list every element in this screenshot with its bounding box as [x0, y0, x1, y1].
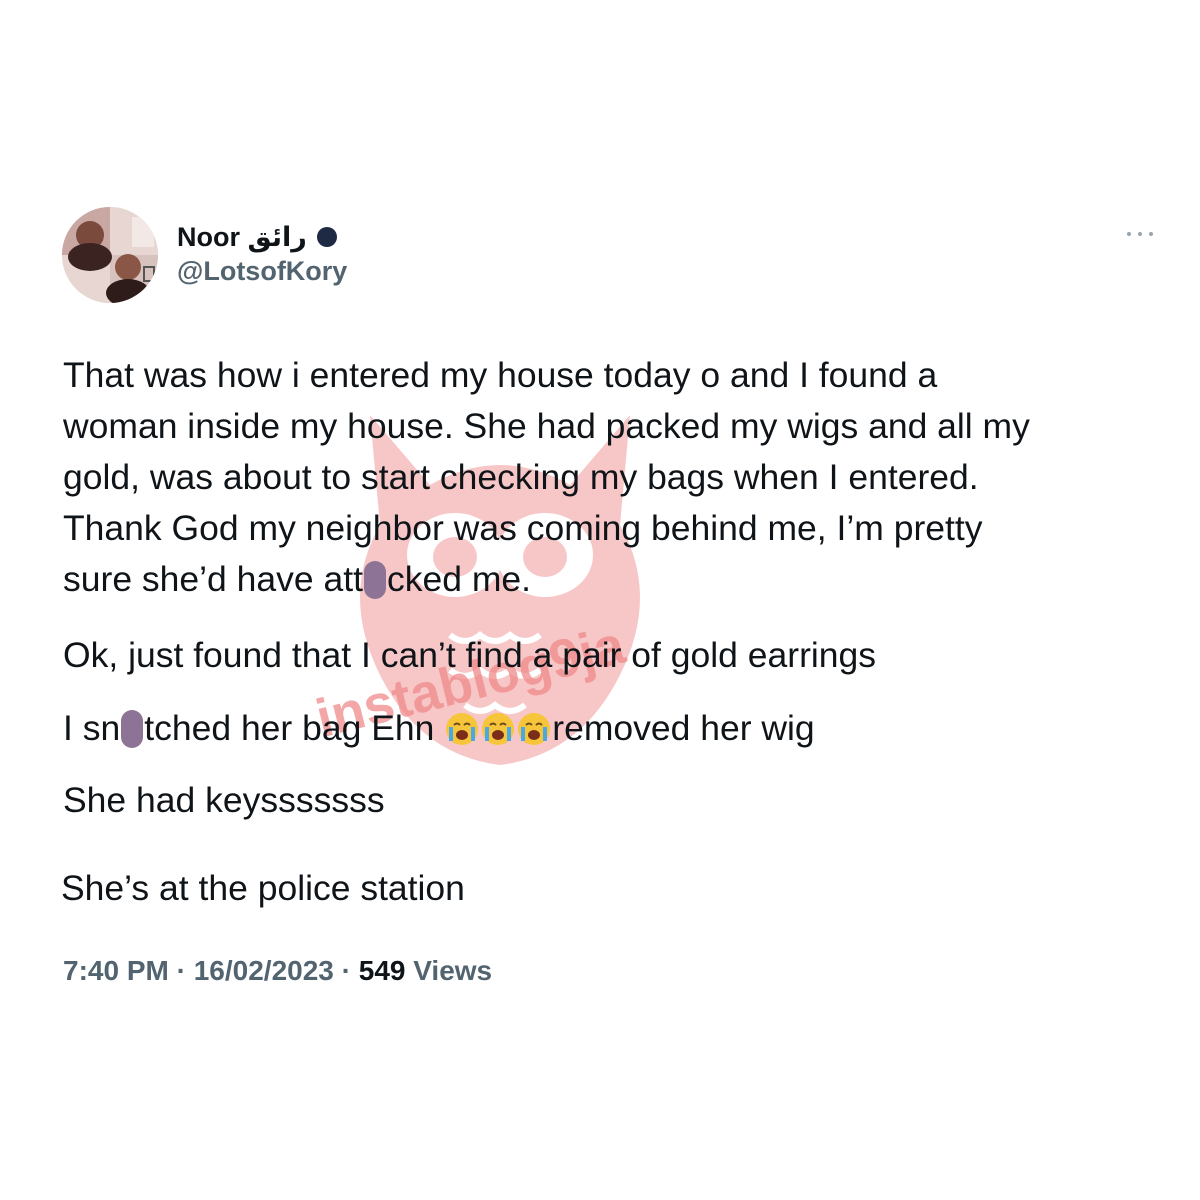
meta-separator: ·	[168, 955, 194, 986]
dot	[1149, 232, 1153, 236]
tweet-line: gold, was about to start checking my bag…	[63, 457, 979, 497]
user-handle[interactable]: @LotsofKory	[177, 256, 347, 287]
dot	[1138, 232, 1142, 236]
tweet-meta: 7:40 PM · 16/02/2023 · 549 Views	[63, 955, 492, 987]
crying-face-icon	[518, 713, 551, 745]
tweet-card: instablog9ja Noor رائق @LotsofKory That …	[0, 0, 1200, 1200]
tweet-paragraph-2: Ok, just found that I can’t find a pair …	[63, 635, 877, 675]
tweet-paragraph-3: I sn tched her bag Ehn removed her wig	[63, 703, 815, 754]
tweet-line: sure she’d have att cked me.	[63, 554, 1153, 605]
avatar[interactable]	[62, 207, 158, 303]
crying-face-icon	[446, 713, 479, 745]
tweet-text-fragment: cked me.	[386, 559, 531, 599]
crying-face-icon	[482, 713, 515, 745]
views-count: 549	[358, 955, 406, 986]
censor-mark	[121, 710, 144, 748]
more-options-icon[interactable]	[1127, 224, 1153, 244]
tweet-text-fragment: I sn	[63, 708, 121, 748]
dot	[1127, 232, 1131, 236]
meta-separator: ·	[333, 955, 359, 986]
tweet-line: That was how i entered my house today o …	[63, 355, 938, 395]
display-name[interactable]: Noor رائق	[177, 222, 307, 253]
views-label: Views	[413, 955, 493, 986]
tweet-paragraph-1: That was how i entered my house today o …	[63, 350, 1153, 605]
censor-mark	[363, 561, 386, 599]
badge-icon	[316, 227, 337, 247]
tweet-line: Thank God my neighbor was coming behind …	[63, 508, 983, 548]
tweet-time[interactable]: 7:40 PM	[63, 955, 169, 986]
user-name-row[interactable]: Noor رائق	[177, 219, 337, 255]
tweet-line: woman inside my house. She had packed my…	[63, 406, 1030, 446]
tweet-text-fragment: sure she’d have att	[63, 559, 363, 599]
tweet-text-fragment: tched her bag Ehn	[144, 708, 435, 748]
tweet-paragraph-5: She’s at the police station	[61, 868, 465, 908]
tweet-date[interactable]: 16/02/2023	[194, 955, 334, 986]
tweet-paragraph-4: She had keysssssss	[63, 780, 385, 820]
tweet-text-fragment: removed her wig	[552, 708, 815, 748]
avatar-image	[62, 207, 158, 303]
